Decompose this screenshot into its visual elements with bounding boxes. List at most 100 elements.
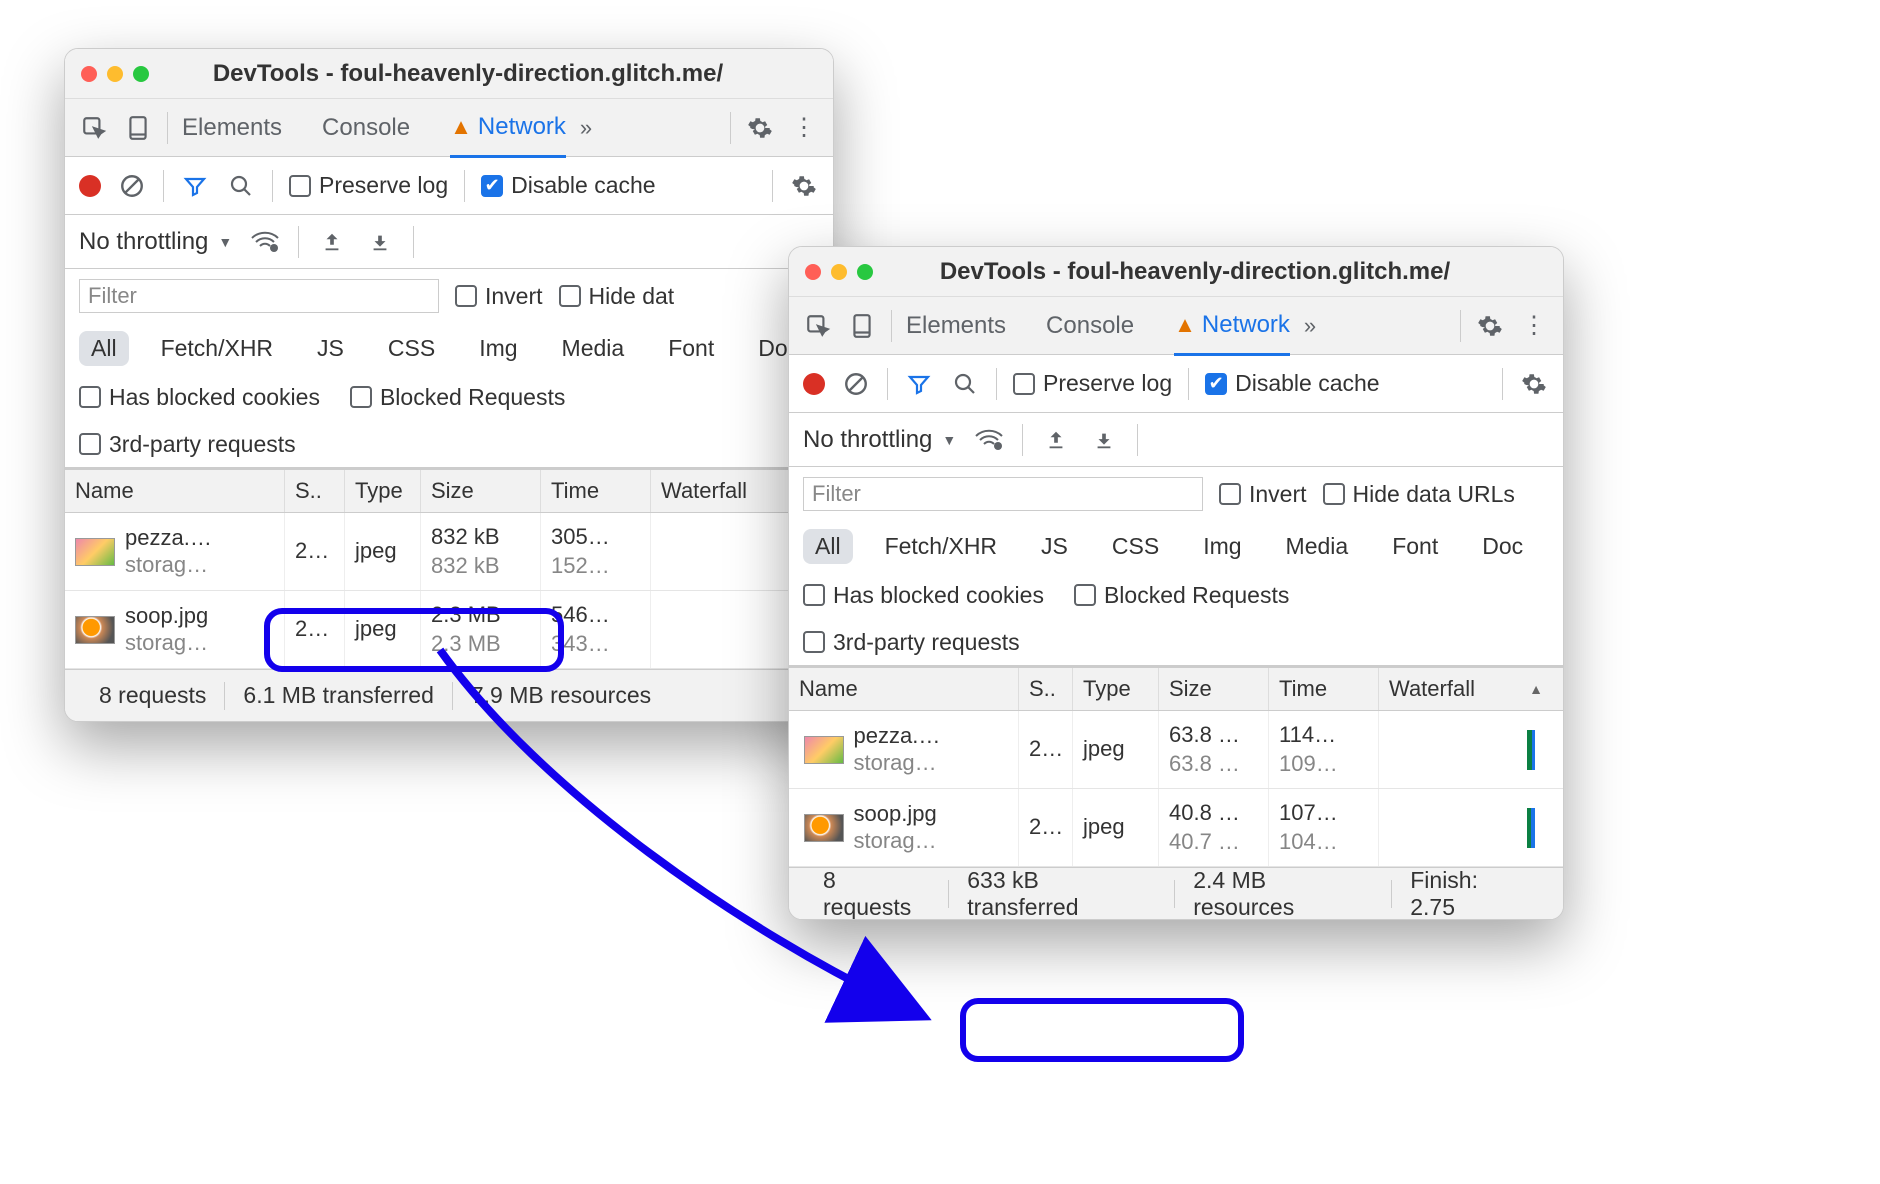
third-party-checkbox[interactable]: 3rd-party requests: [79, 431, 296, 458]
chip-css[interactable]: CSS: [376, 331, 447, 366]
col-time[interactable]: Time: [1269, 668, 1379, 710]
upload-icon[interactable]: [317, 227, 347, 257]
kebab-icon[interactable]: ⋮: [789, 113, 819, 143]
search-icon[interactable]: [950, 369, 980, 399]
chip-doc[interactable]: Doc: [1470, 529, 1535, 564]
checkbox-icon: [79, 386, 101, 408]
checkbox-icon: [803, 631, 825, 653]
gear-icon[interactable]: [745, 113, 775, 143]
upload-icon[interactable]: [1041, 425, 1071, 455]
record-icon[interactable]: [803, 373, 825, 395]
hide-data-urls-checkbox[interactable]: Hide dat: [559, 283, 675, 310]
inspect-icon[interactable]: [803, 311, 833, 341]
tab-network[interactable]: ▲Network: [450, 113, 566, 158]
col-status[interactable]: S..: [285, 470, 345, 512]
col-status[interactable]: S..: [1019, 668, 1073, 710]
thumbnail-icon: [75, 616, 115, 644]
disable-cache-checkbox[interactable]: ✔ Disable cache: [481, 172, 655, 199]
download-icon[interactable]: [1089, 425, 1119, 455]
tab-console[interactable]: Console: [322, 114, 410, 156]
chip-img[interactable]: Img: [1191, 529, 1253, 564]
preserve-log-label: Preserve log: [319, 172, 448, 199]
download-icon[interactable]: [365, 227, 395, 257]
table-row[interactable]: soop.jpg storag… 2… jpeg 2.3 MB2.3 MB 54…: [65, 591, 833, 669]
col-name[interactable]: Name: [789, 668, 1019, 710]
filter-icon[interactable]: [180, 171, 210, 201]
chip-js[interactable]: JS: [305, 331, 356, 366]
col-time[interactable]: Time: [541, 470, 651, 512]
blocked-requests-checkbox[interactable]: Blocked Requests: [1074, 582, 1289, 609]
stat-resources: 7.9 MB resources: [453, 682, 669, 709]
checkbox-icon: [289, 175, 311, 197]
filter-input[interactable]: Filter: [79, 279, 439, 313]
more-tabs-icon[interactable]: »: [580, 115, 592, 141]
clear-icon[interactable]: [117, 171, 147, 201]
time-cell: 107…104…: [1269, 789, 1379, 866]
kebab-icon[interactable]: ⋮: [1519, 311, 1549, 341]
col-type[interactable]: Type: [345, 470, 421, 512]
tab-elements[interactable]: Elements: [182, 114, 282, 156]
network-settings-gear-icon[interactable]: [1519, 369, 1549, 399]
table-row[interactable]: pezza.… storag… 2… jpeg 832 kB832 kB 305…: [65, 513, 833, 591]
throttle-dropdown[interactable]: No throttling ▼: [79, 228, 232, 256]
window-title: DevTools - foul-heavenly-direction.glitc…: [159, 60, 817, 88]
inspect-icon[interactable]: [79, 113, 109, 143]
chip-font[interactable]: Font: [656, 331, 726, 366]
status-cell: 2…: [1019, 711, 1073, 788]
tab-console[interactable]: Console: [1046, 312, 1134, 354]
throttle-dropdown[interactable]: No throttling ▼: [803, 426, 956, 454]
blocked-cookies-checkbox[interactable]: Has blocked cookies: [79, 384, 320, 411]
col-size[interactable]: Size: [421, 470, 541, 512]
network-settings-gear-icon[interactable]: [789, 171, 819, 201]
filter-icon[interactable]: [904, 369, 934, 399]
invert-checkbox[interactable]: Invert: [455, 283, 543, 310]
col-name[interactable]: Name: [65, 470, 285, 512]
hide-data-urls-checkbox[interactable]: Hide data URLs: [1323, 481, 1515, 508]
device-toggle-icon[interactable]: [123, 113, 153, 143]
more-tabs-icon[interactable]: »: [1304, 313, 1316, 339]
third-party-checkbox[interactable]: 3rd-party requests: [803, 629, 1020, 656]
separator: [163, 170, 164, 202]
chip-fetch-xhr[interactable]: Fetch/XHR: [149, 331, 285, 366]
tab-elements[interactable]: Elements: [906, 312, 1006, 354]
chip-css[interactable]: CSS: [1100, 529, 1171, 564]
tab-network[interactable]: ▲Network: [1174, 311, 1290, 356]
chip-font[interactable]: Font: [1380, 529, 1450, 564]
chip-all[interactable]: All: [79, 331, 129, 366]
zoom-icon[interactable]: [857, 264, 873, 280]
chip-all[interactable]: All: [803, 529, 853, 564]
wifi-gear-icon[interactable]: [974, 425, 1004, 455]
chip-js[interactable]: JS: [1029, 529, 1080, 564]
wifi-gear-icon[interactable]: [250, 227, 280, 257]
chip-media[interactable]: Media: [1274, 529, 1361, 564]
close-icon[interactable]: [81, 66, 97, 82]
minimize-icon[interactable]: [107, 66, 123, 82]
size-cell: 832 kB832 kB: [421, 513, 541, 590]
table-row[interactable]: soop.jpg storag… 2… jpeg 40.8 …40.7 … 10…: [789, 789, 1563, 867]
invert-checkbox[interactable]: Invert: [1219, 481, 1307, 508]
record-icon[interactable]: [79, 175, 101, 197]
col-size[interactable]: Size: [1159, 668, 1269, 710]
chip-ws[interactable]: WS: [1555, 529, 1563, 564]
chip-media[interactable]: Media: [550, 331, 637, 366]
filter-input[interactable]: Filter: [803, 477, 1203, 511]
clear-icon[interactable]: [841, 369, 871, 399]
chip-fetch-xhr[interactable]: Fetch/XHR: [873, 529, 1009, 564]
size-cell: 40.8 …40.7 …: [1159, 789, 1269, 866]
preserve-log-checkbox[interactable]: Preserve log: [1013, 370, 1172, 397]
chip-img[interactable]: Img: [467, 331, 529, 366]
table-row[interactable]: pezza.… storag… 2… jpeg 63.8 …63.8 … 114…: [789, 711, 1563, 789]
col-type[interactable]: Type: [1073, 668, 1159, 710]
blocked-requests-checkbox[interactable]: Blocked Requests: [350, 384, 565, 411]
type-cell: jpeg: [345, 513, 421, 590]
minimize-icon[interactable]: [831, 264, 847, 280]
device-toggle-icon[interactable]: [847, 311, 877, 341]
preserve-log-checkbox[interactable]: Preserve log: [289, 172, 448, 199]
search-icon[interactable]: [226, 171, 256, 201]
close-icon[interactable]: [805, 264, 821, 280]
zoom-icon[interactable]: [133, 66, 149, 82]
gear-icon[interactable]: [1475, 311, 1505, 341]
blocked-cookies-checkbox[interactable]: Has blocked cookies: [803, 582, 1044, 609]
col-waterfall[interactable]: Waterfall▲: [1379, 668, 1563, 710]
disable-cache-checkbox[interactable]: ✔ Disable cache: [1205, 370, 1379, 397]
